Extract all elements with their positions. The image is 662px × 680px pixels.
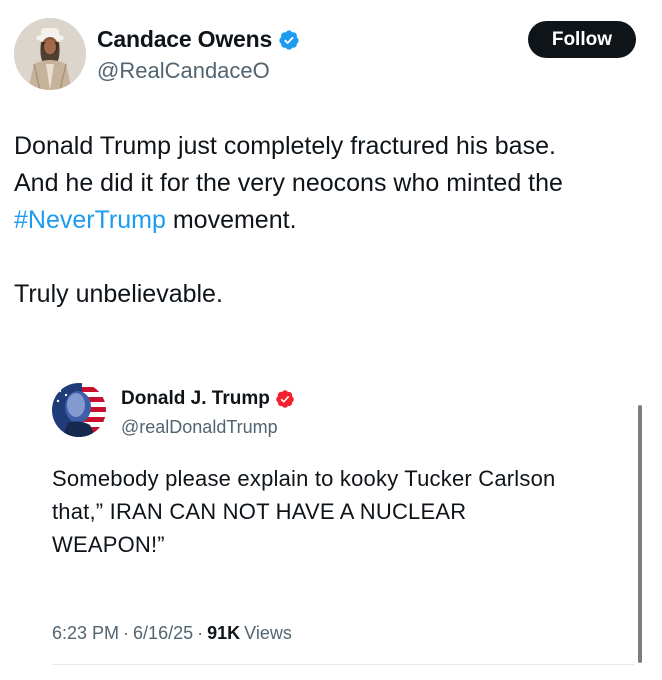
tweet-line: And he did it for the very neocons who m… bbox=[14, 169, 563, 197]
views-count: 91K bbox=[207, 623, 241, 643]
views-label: Views bbox=[244, 623, 292, 643]
author-handle[interactable]: @RealCandaceO bbox=[97, 58, 270, 84]
author-avatar[interactable] bbox=[14, 18, 86, 90]
divider bbox=[52, 664, 634, 665]
author-avatar-image bbox=[14, 18, 86, 90]
tweet-line: Donald Trump just completely fractured h… bbox=[14, 132, 556, 160]
quoted-author-name[interactable]: Donald J. Trump bbox=[121, 388, 270, 410]
tweet-line: Truly unbelievable. bbox=[14, 280, 223, 308]
verified-badge-icon[interactable] bbox=[275, 389, 295, 409]
meta-separator: · bbox=[197, 623, 204, 643]
quoted-tweet-text: Somebody please explain to kooky Tucker … bbox=[52, 462, 632, 561]
quoted-tweet-line: that,” IRAN CAN NOT HAVE A NUCLEAR bbox=[52, 499, 467, 524]
quoted-tweet-line: WEAPON!” bbox=[52, 532, 165, 557]
follow-button[interactable]: Follow bbox=[527, 21, 636, 58]
tweet-date[interactable]: 6/16/25 bbox=[133, 623, 193, 644]
tweet-line: #NeverTrump movement. bbox=[14, 202, 650, 239]
tweet-line-suffix: movement. bbox=[165, 206, 297, 234]
tweet-text: Donald Trump just completely fractured h… bbox=[14, 128, 650, 313]
verified-badge-icon[interactable] bbox=[278, 29, 300, 51]
quoted-tweet-meta: 6:23 PM · 6/16/25 · 91K Views bbox=[52, 623, 292, 644]
author-name[interactable]: Candace Owens bbox=[97, 26, 272, 53]
quoted-author-name-row: Donald J. Trump bbox=[121, 388, 295, 410]
meta-separator: · bbox=[123, 623, 130, 643]
quoted-author-avatar[interactable] bbox=[52, 383, 106, 437]
scrollbar[interactable] bbox=[638, 405, 642, 663]
quoted-author-handle[interactable]: @realDonaldTrump bbox=[121, 417, 278, 438]
hashtag-link[interactable]: #NeverTrump bbox=[14, 206, 166, 234]
author-name-row: Candace Owens bbox=[97, 26, 300, 53]
quoted-avatar-image bbox=[52, 383, 106, 437]
quoted-tweet-line: Somebody please explain to kooky Tucker … bbox=[52, 466, 556, 491]
tweet-time[interactable]: 6:23 PM bbox=[52, 623, 119, 644]
